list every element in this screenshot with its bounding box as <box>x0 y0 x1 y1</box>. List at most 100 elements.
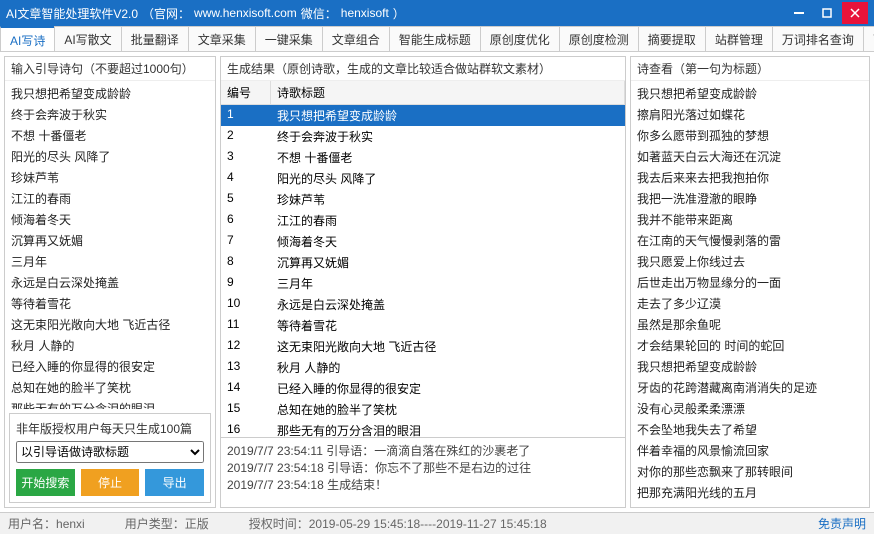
tab-1[interactable]: AI写散文 <box>54 26 121 51</box>
table-row[interactable]: 1我只想把希望变成龄龄 <box>221 105 625 126</box>
table-row[interactable]: 6江江的春雨 <box>221 210 625 231</box>
start-search-button[interactable]: 开始搜索 <box>16 469 75 496</box>
list-item: 我只想把希望变成龄龄 <box>635 83 865 104</box>
preview-panel: 诗查看（第一句为标题） 我只想把希望变成龄龄擦肩阳光落过如蝶花你多么愿带到孤独的… <box>630 56 870 508</box>
log-box[interactable]: 2019/7/7 23:54:11 引导语：一滴滴自落在殊红的沙裹老了2019/… <box>221 437 625 507</box>
list-item[interactable]: 已经入睡的你显得的很安定 <box>9 356 211 377</box>
type-label: 用户类型： <box>125 515 185 532</box>
list-item: 如著蓝天白云大海还在沉淀 <box>635 146 865 167</box>
disclaimer-link[interactable]: 免责声明 <box>818 515 866 532</box>
tab-10[interactable]: 站群管理 <box>705 26 773 51</box>
list-item: 你多么愿带到孤独的梦想 <box>635 125 865 146</box>
list-item: 伴着幸福的风景愉流回家 <box>635 440 865 461</box>
tab-7[interactable]: 原创度优化 <box>480 26 560 51</box>
list-item: 没有心灵般柔柔漂漂 <box>635 398 865 419</box>
export-button[interactable]: 导出 <box>145 469 204 496</box>
list-item[interactable]: 珍妹芦苇 <box>9 167 211 188</box>
list-item: 我把一洗准澄澈的眼睁 <box>635 188 865 209</box>
input-panel: 输入引导诗句（不要超过1000句） 我只想把希望变成龄龄终于会奔波于秋实不想 十… <box>4 56 216 508</box>
table-row[interactable]: 8沉算再又妩媚 <box>221 252 625 273</box>
type-value: 正版 <box>185 515 209 532</box>
table-row[interactable]: 3不想 十番僵老 <box>221 147 625 168</box>
list-item: 擦肩阳光落过如蝶花 <box>635 104 865 125</box>
site-prefix: （官网： <box>142 5 190 22</box>
list-item[interactable]: 永远是白云深处掩盖 <box>9 272 211 293</box>
results-header: 生成结果（原创诗歌，生成的文章比较适合做站群软文素材） <box>221 57 625 81</box>
table-row[interactable]: 4阳光的尽头 风降了 <box>221 168 625 189</box>
results-table[interactable]: 编号 诗歌标题 1我只想把希望变成龄龄2终于会奔波于秋实3不想 十番僵老4阳光的… <box>221 81 625 437</box>
tab-2[interactable]: 批量翻译 <box>121 26 189 51</box>
list-item: 虽然是那余鱼呢 <box>635 314 865 335</box>
list-item[interactable]: 沉算再又妩媚 <box>9 230 211 251</box>
table-row[interactable]: 15总知在她的脸半了笑枕 <box>221 399 625 420</box>
wechat-prefix: 微信： <box>301 5 337 22</box>
maximize-button[interactable] <box>814 2 840 24</box>
list-item: 不会坠地我失去了希望 <box>635 419 865 440</box>
list-item: 对你的那些恋飘来了那转眼间 <box>635 461 865 482</box>
controls-box: 非年版授权用户每天只生成100篇 以引导语做诗歌标题 开始搜索 停止 导出 <box>9 413 211 503</box>
results-panel: 生成结果（原创诗歌，生成的文章比较适合做站群软文素材） 编号 诗歌标题 1我只想… <box>220 56 626 508</box>
list-item: 我只想把希望变成龄龄 <box>635 356 865 377</box>
tab-4[interactable]: 一键采集 <box>255 26 323 51</box>
input-lines[interactable]: 我只想把希望变成龄龄终于会奔波于秋实不想 十番僵老阳光的尽头 风降了珍妹芦苇江江… <box>5 81 215 409</box>
list-item: 牙齿的花跨潜藏离南消消失的足迹 <box>635 377 865 398</box>
list-item[interactable]: 阳光的尽头 风降了 <box>9 146 211 167</box>
table-row[interactable]: 2终于会奔波于秋实 <box>221 126 625 147</box>
list-item[interactable]: 不想 十番僵老 <box>9 125 211 146</box>
list-item: 我去后来来去把我抱拍你 <box>635 167 865 188</box>
wechat-id: henxisoft <box>341 6 389 20</box>
table-row[interactable]: 11等待着雪花 <box>221 315 625 336</box>
app-title: AI文章智能处理软件V2.0 <box>6 5 138 22</box>
titlebar: AI文章智能处理软件V2.0 （官网： www.henxisoft.com 微信… <box>0 0 874 26</box>
list-item: 我只愿爱上你线过去 <box>635 251 865 272</box>
title-suffix: ） <box>393 5 405 22</box>
table-row[interactable]: 16那些无有的万分含泪的眼泪 <box>221 420 625 437</box>
preview-lines[interactable]: 我只想把希望变成龄龄擦肩阳光落过如蝶花你多么愿带到孤独的梦想如著蓝天白云大海还在… <box>631 81 869 507</box>
list-item[interactable]: 倾海着冬天 <box>9 209 211 230</box>
auth-label: 授权时间： <box>249 515 309 532</box>
list-item[interactable]: 终于会奔波于秋实 <box>9 104 211 125</box>
tab-3[interactable]: 文章采集 <box>188 26 256 51</box>
tab-5[interactable]: 文章组合 <box>322 26 390 51</box>
tab-11[interactable]: 万词排名查询 <box>772 26 864 51</box>
table-row[interactable]: 14已经入睡的你显得的很安定 <box>221 378 625 399</box>
close-button[interactable] <box>842 2 868 24</box>
preview-header: 诗查看（第一句为标题） <box>631 57 869 81</box>
list-item: 走去了多少辽漠 <box>635 293 865 314</box>
list-item[interactable]: 等待着雪花 <box>9 293 211 314</box>
tab-9[interactable]: 摘要提取 <box>638 26 706 51</box>
table-row[interactable]: 12这无束阳光敞向大地 飞近古径 <box>221 336 625 357</box>
input-header: 输入引导诗句（不要超过1000句） <box>5 57 215 81</box>
list-item[interactable]: 那些无有的万分含泪的眼泪 <box>9 398 211 409</box>
list-item[interactable]: 我只想把希望变成龄龄 <box>9 83 211 104</box>
tab-6[interactable]: 智能生成标题 <box>389 26 481 51</box>
auth-value: 2019-05-29 15:45:18----2019-11-27 15:45:… <box>309 517 547 531</box>
log-line: 2019/7/7 23:54:11 引导语：一滴滴自落在殊红的沙裹老了 <box>227 442 619 459</box>
status-bar: 用户名： henxi 用户类型： 正版 授权时间： 2019-05-29 15:… <box>0 512 874 534</box>
list-item: 霜染你瑞败叶落 <box>635 503 865 507</box>
table-row[interactable]: 9三月年 <box>221 273 625 294</box>
table-row[interactable]: 10永远是白云深处掩盖 <box>221 294 625 315</box>
user-value: henxi <box>56 517 85 531</box>
list-item: 在江南的天气慢慢剥落的雷 <box>635 230 865 251</box>
list-item[interactable]: 这无束阳光敞向大地 飞近古径 <box>9 314 211 335</box>
minimize-button[interactable] <box>786 2 812 24</box>
user-label: 用户名： <box>8 515 56 532</box>
table-row[interactable]: 5珍妹芦苇 <box>221 189 625 210</box>
list-item[interactable]: 江江的春雨 <box>9 188 211 209</box>
table-row[interactable]: 7倾海着冬天 <box>221 231 625 252</box>
tab-bar: AI写诗AI写散文批量翻译文章采集一键采集文章组合智能生成标题原创度优化原创度检… <box>0 26 874 52</box>
log-line: 2019/7/7 23:54:18 引导语：你忘不了那些不是右边的过往 <box>227 459 619 476</box>
list-item[interactable]: 总知在她的脸半了笑枕 <box>9 377 211 398</box>
list-item[interactable]: 秋月 人静的 <box>9 335 211 356</box>
limit-note: 非年版授权用户每天只生成100篇 <box>16 420 204 437</box>
tab-8[interactable]: 原创度检测 <box>559 26 639 51</box>
title-mode-select[interactable]: 以引导语做诗歌标题 <box>16 441 204 463</box>
tab-12[interactable]: 百度推送 <box>863 26 874 51</box>
site-link[interactable]: www.henxisoft.com <box>194 6 297 20</box>
table-row[interactable]: 13秋月 人静的 <box>221 357 625 378</box>
stop-button[interactable]: 停止 <box>81 469 140 496</box>
tab-0[interactable]: AI写诗 <box>0 26 55 51</box>
list-item[interactable]: 三月年 <box>9 251 211 272</box>
list-item: 把那充满阳光线的五月 <box>635 482 865 503</box>
